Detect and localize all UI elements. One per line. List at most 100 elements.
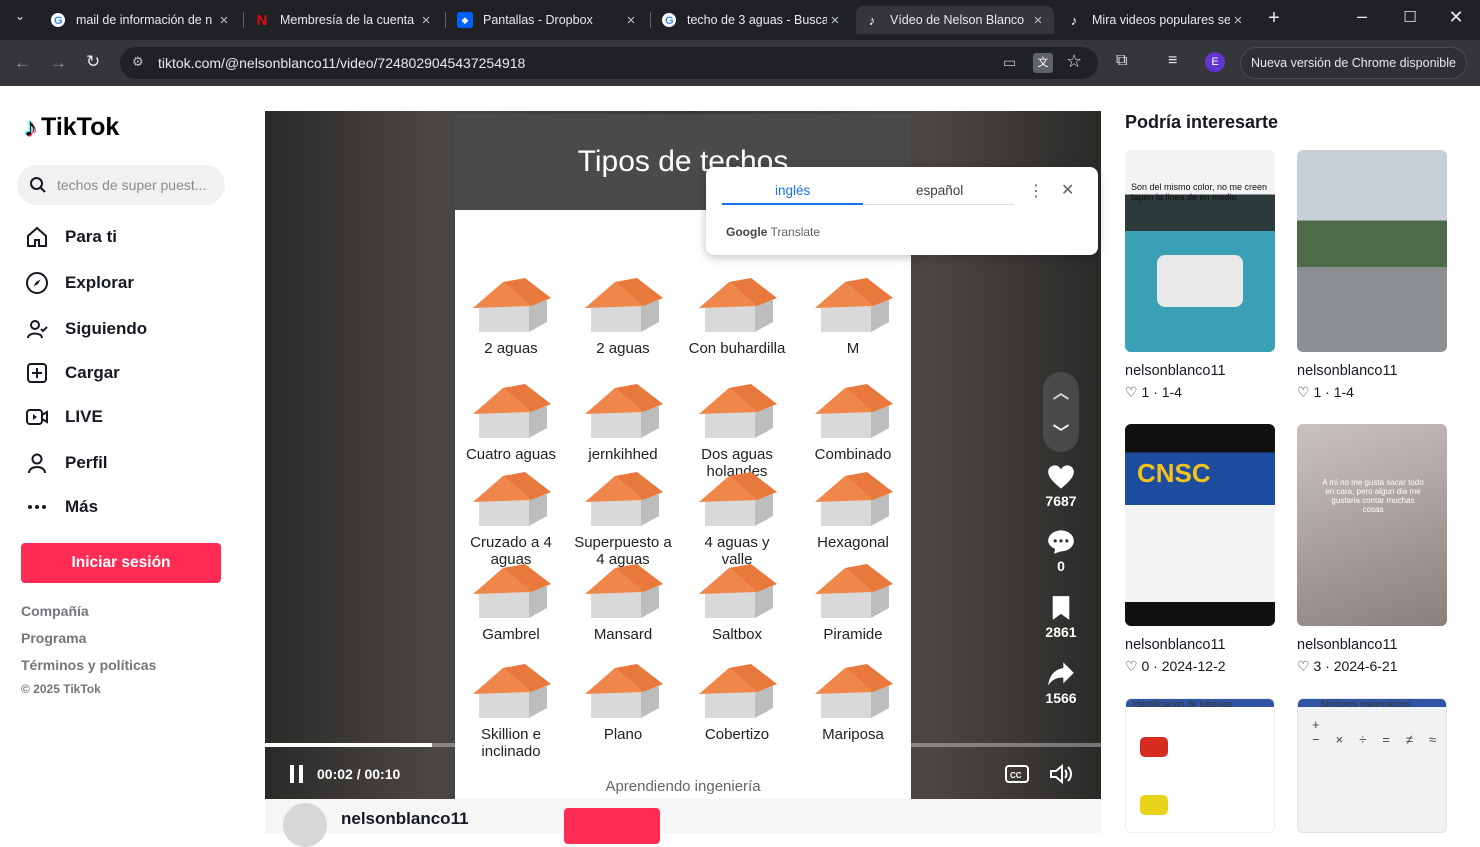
comment-button[interactable]: 0 — [1040, 529, 1082, 574]
footer-link-compania[interactable]: Compañía — [21, 603, 89, 619]
roof-type-item: Cobertizo — [687, 662, 787, 743]
pause-icon[interactable] — [289, 764, 305, 789]
save-button[interactable]: 2861 — [1040, 595, 1082, 640]
nav-live[interactable]: LIVE — [24, 404, 103, 430]
svg-text:G: G — [54, 15, 63, 27]
translate-options-icon[interactable]: ⋮ — [1028, 181, 1044, 201]
tiktok-page: ♪ TikTok techos de super puest... Para ti… — [0, 86, 1480, 847]
roof-type-label: Plano — [603, 726, 643, 743]
translate-popup: inglés español ⋮ ✕ Google Translate — [706, 167, 1098, 255]
comment-count: 0 — [1057, 558, 1065, 574]
tiktok-logo[interactable]: ♪ TikTok — [24, 112, 119, 143]
chrome-update-button[interactable]: Nueva versión de Chrome disponible — [1240, 47, 1467, 79]
forward-icon[interactable]: → — [50, 53, 67, 73]
translate-icon[interactable]: 文 — [1033, 53, 1053, 73]
profile-avatar[interactable]: E — [1205, 52, 1225, 72]
nav-cargar[interactable]: Cargar — [24, 360, 120, 386]
login-button[interactable]: Iniciar sesión — [21, 543, 221, 583]
like-button[interactable]: 7687 — [1040, 464, 1082, 509]
close-window-icon[interactable]: ✕ — [1446, 7, 1466, 28]
roof-type-label: Gambrel — [482, 626, 540, 643]
card-username[interactable]: nelsonblanco11 — [1297, 363, 1398, 379]
extensions-icon[interactable]: ⧉ — [1116, 52, 1127, 70]
close-tab-icon[interactable]: × — [216, 12, 232, 29]
captions-icon[interactable]: CC — [1005, 765, 1029, 788]
svg-text:G: G — [665, 15, 674, 27]
browser-tab[interactable]: ♪ Mira videos populares se × — [1058, 6, 1254, 34]
compass-icon — [24, 270, 50, 296]
roof-type-item: Mansard — [573, 562, 673, 643]
roof-type-item: Mariposa — [803, 662, 903, 743]
bookmark-star-icon[interactable]: ☆ — [1066, 51, 1082, 72]
card-caption: CNSC — [1137, 458, 1211, 488]
minimize-icon[interactable]: – — [1352, 6, 1372, 27]
nav-perfil[interactable]: Perfil — [24, 450, 108, 476]
suggested-video-card[interactable]: CNSC — [1125, 424, 1275, 626]
reload-icon[interactable]: ↻ — [86, 52, 100, 72]
lang-tab-ingles[interactable]: inglés — [775, 183, 810, 198]
suggested-video-card[interactable] — [1297, 150, 1447, 352]
browser-tab[interactable]: N Membresía de la cuenta × — [246, 6, 442, 34]
card-caption: Símbolos matemáticos — [1320, 699, 1412, 709]
dropbox-icon: ◆ — [457, 12, 473, 28]
suggested-video-card[interactable]: Identificación de tuberías — [1125, 698, 1275, 833]
nav-para-ti[interactable]: Para ti — [24, 224, 117, 250]
browser-tab[interactable]: G mail de información de n × — [42, 6, 240, 34]
browser-tab-active[interactable]: ♪ Vídeo de Nelson Blanco × — [856, 6, 1054, 34]
card-username[interactable]: nelsonblanco11 — [1125, 363, 1226, 379]
close-tab-icon[interactable]: × — [623, 12, 639, 29]
site-settings-icon[interactable]: ⚙ — [132, 54, 144, 70]
nav-mas[interactable]: Más — [24, 494, 98, 520]
close-tab-icon[interactable]: × — [418, 12, 434, 29]
roof-type-label: M — [846, 340, 860, 357]
maximize-icon[interactable]: ☐ — [1400, 8, 1420, 26]
search-input[interactable]: techos de super puest... — [17, 165, 225, 205]
card-username[interactable]: nelsonblanco11 — [1125, 637, 1226, 653]
video-progress-bar[interactable] — [265, 743, 1101, 747]
author-name[interactable]: nelsonblanco11 — [341, 809, 469, 829]
previous-video-icon[interactable]: ︿ — [1040, 379, 1082, 403]
follow-button[interactable] — [564, 808, 660, 844]
card-caption: Identificación de tuberías — [1132, 699, 1233, 709]
suggested-video-card[interactable]: A mi no me gusta sacar todo en cara, per… — [1297, 424, 1447, 626]
roof-illustration — [473, 384, 551, 438]
address-bar[interactable]: ⚙ tiktok.com/@nelsonblanco11/video/72480… — [120, 47, 1098, 79]
roof-type-label: 2 aguas — [596, 340, 650, 357]
suggested-video-card[interactable]: Símbolos matemáticos +−×÷=≠≈±<≤≥% — [1297, 698, 1447, 833]
nav-siguiendo[interactable]: Siguiendo — [24, 316, 147, 342]
copyright: © 2025 TikTok — [21, 682, 101, 696]
volume-icon[interactable] — [1049, 763, 1073, 789]
browser-tab[interactable]: G techo de 3 aguas - Busca × — [653, 6, 851, 34]
google-translate-brand: Google Translate — [726, 225, 821, 239]
avatar[interactable] — [283, 803, 327, 847]
card-username[interactable]: nelsonblanco11 — [1297, 637, 1398, 653]
install-app-icon[interactable]: ▭ — [1003, 54, 1016, 71]
video-progress-fill — [265, 743, 433, 747]
new-tab-icon[interactable]: + — [1264, 7, 1284, 30]
suggested-video-card[interactable]: Son del mismo color, no me creen tapen l… — [1125, 150, 1275, 352]
roof-type-item: Cuatro aguas — [461, 382, 561, 463]
close-icon[interactable]: ✕ — [1061, 180, 1074, 200]
back-icon[interactable]: ← — [14, 53, 31, 73]
close-tab-icon[interactable]: × — [827, 12, 843, 29]
footer-link-programa[interactable]: Programa — [21, 630, 86, 646]
media-control-icon[interactable]: ≡ — [1168, 52, 1177, 70]
roof-type-label: jernkihhed — [588, 446, 658, 463]
footer-link-terminos[interactable]: Términos y políticas — [21, 657, 156, 673]
lang-tab-espanol[interactable]: español — [916, 183, 963, 198]
next-video-icon[interactable]: ﹀ — [1040, 419, 1082, 443]
roof-type-item: Dos aguas holandes — [687, 382, 787, 480]
share-button[interactable]: 1566 — [1040, 661, 1082, 706]
roof-type-label: Mariposa — [822, 726, 884, 743]
roof-illustration — [585, 472, 663, 526]
close-tab-icon[interactable]: × — [1030, 12, 1046, 29]
browser-tab[interactable]: ◆ Pantallas - Dropbox × — [449, 6, 647, 34]
roof-type-item: Hexagonal — [803, 470, 903, 551]
nav-explorar[interactable]: Explorar — [24, 270, 134, 296]
like-count: 7687 — [1045, 493, 1077, 509]
tab-search-chevron-icon[interactable]: ⌄ — [10, 9, 30, 23]
google-icon: G — [661, 12, 677, 28]
close-tab-icon[interactable]: × — [1230, 12, 1246, 29]
roof-illustration — [815, 384, 893, 438]
roof-type-item: Cruzado a 4 aguas — [461, 470, 561, 568]
